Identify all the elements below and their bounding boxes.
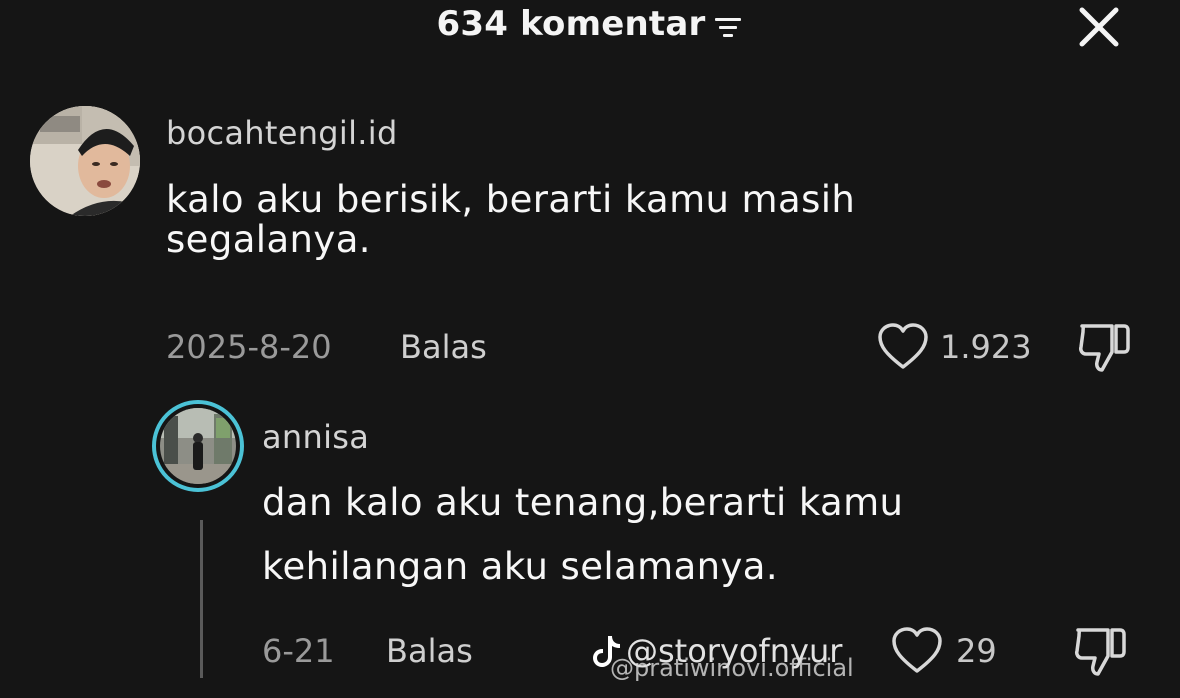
reply-like-button[interactable] [890,626,944,676]
reply-date: 6-21 [262,632,335,670]
comment-date: 2025-8-20 [166,328,332,366]
avatar-bocahtengil[interactable] [30,106,140,216]
heart-outline-icon [892,627,942,673]
close-icon [1079,7,1119,47]
reply-like-count: 29 [956,632,997,670]
avatar-photo [30,106,140,216]
sort-filter-icon[interactable] [715,16,743,38]
reply-reply-button[interactable]: Balas [386,632,473,670]
dislike-button[interactable] [1074,320,1134,376]
avatar-annisa[interactable] [152,400,244,492]
close-button[interactable] [1072,2,1126,50]
reply-text-line-1: dan kalo aku tenang,berarti kamu [262,481,904,524]
thumbs-down-icon [1079,324,1130,372]
avatar-photo [160,408,236,484]
reply-username[interactable]: annisa [262,418,369,456]
heart-outline-icon [878,323,928,369]
reply-text-line-2: kehilangan aku selamanya. [262,545,779,588]
watermark: @storyofnyur @pratiwinovi.official [592,632,854,682]
comment-count-title: 634 komentar [436,4,706,44]
like-count: 1.923 [940,328,1032,366]
watermark-secondary: @pratiwinovi.official [610,654,854,682]
comment-text-line-2: segalanya. [166,218,371,261]
thumbs-down-icon [1075,628,1126,676]
reply-button[interactable]: Balas [400,328,487,366]
thread-line [200,520,203,678]
like-button[interactable] [876,322,930,372]
comment-username[interactable]: bocahtengil.id [166,114,398,152]
reply-dislike-button[interactable] [1070,624,1130,680]
comments-header: 634 komentar [0,4,1180,44]
